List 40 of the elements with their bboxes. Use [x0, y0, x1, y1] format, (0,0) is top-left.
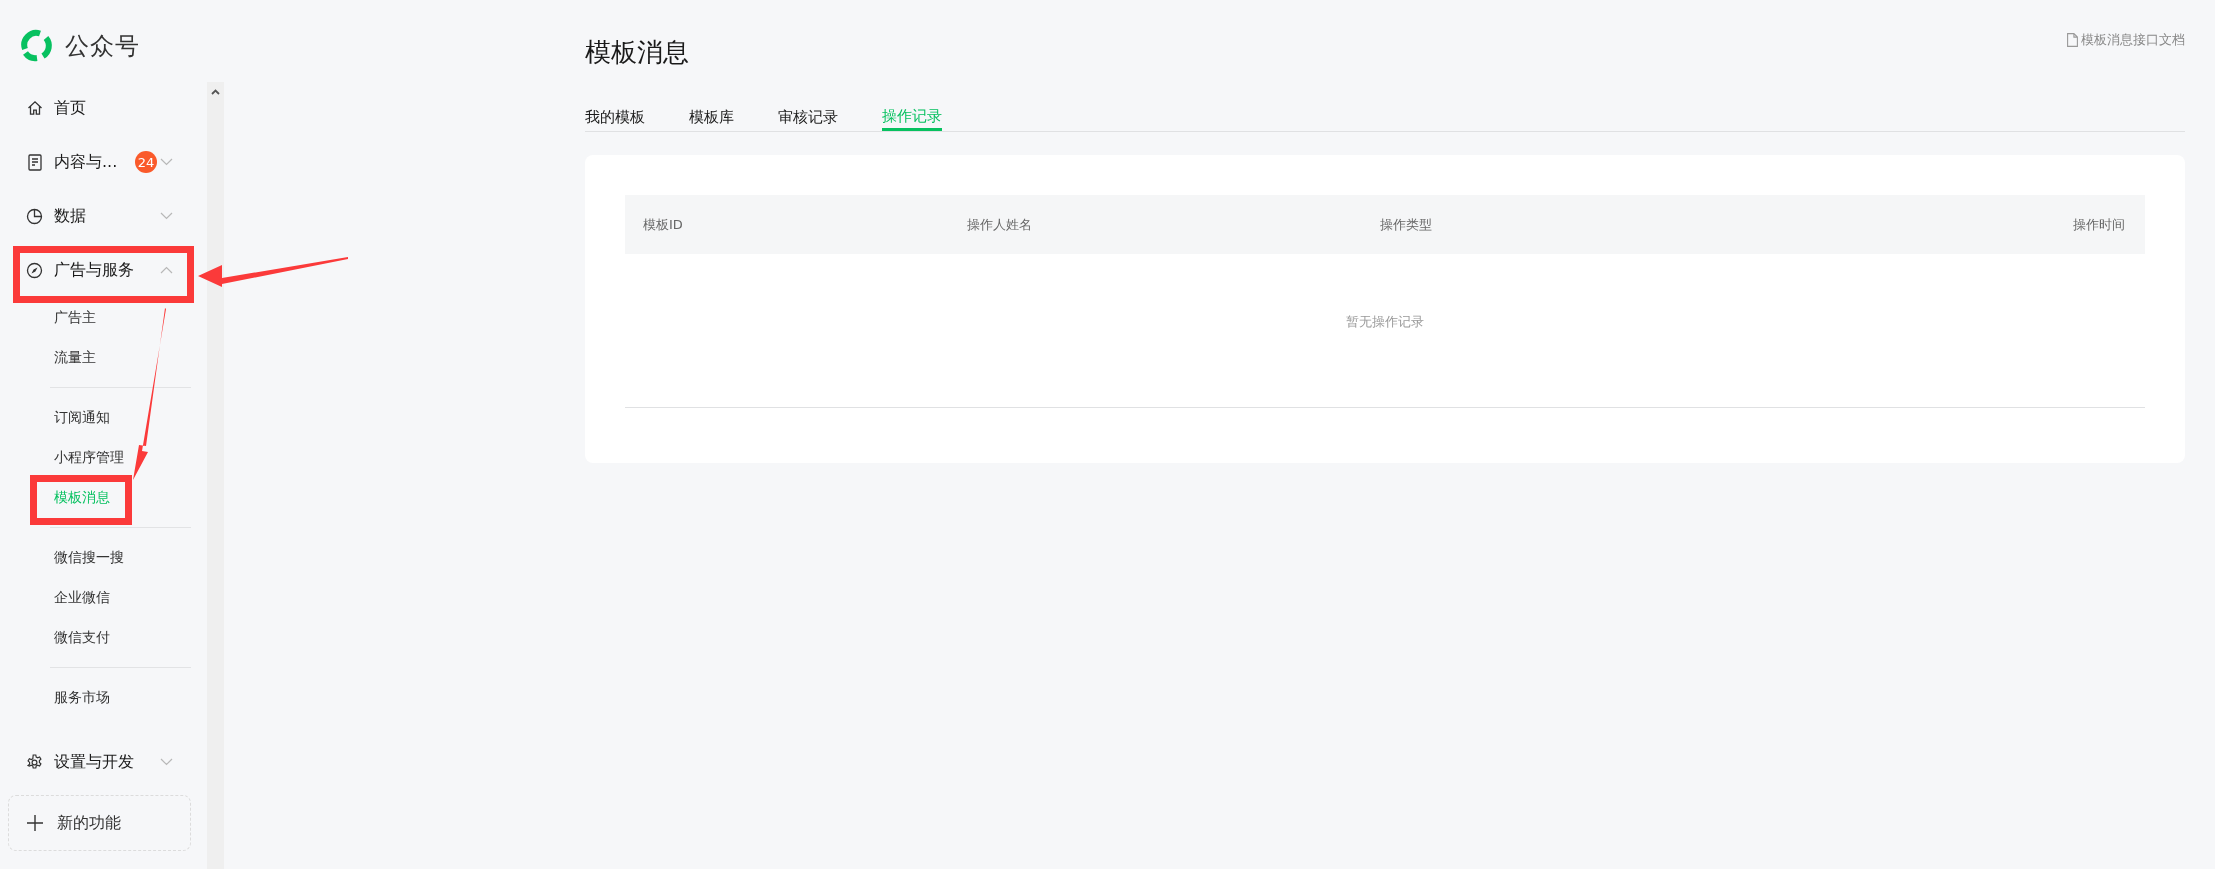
- chevron-icon[interactable]: [160, 158, 173, 166]
- new-feature-button[interactable]: 新的功能: [8, 795, 191, 851]
- column-header: 操作时间: [2073, 215, 2125, 234]
- column-header: 操作人姓名: [967, 215, 1032, 234]
- column-header: 模板ID: [643, 215, 683, 234]
- tab[interactable]: 我的模板: [585, 104, 645, 131]
- submenu-item[interactable]: 订阅通知: [54, 407, 110, 427]
- submenu-item[interactable]: 微信搜一搜: [54, 547, 124, 567]
- scrollbar[interactable]: [207, 82, 224, 869]
- file-icon: [2067, 33, 2078, 47]
- submenu-item[interactable]: 小程序管理: [54, 447, 124, 467]
- doc-link[interactable]: 模板消息接口文档: [2067, 31, 2185, 49]
- pie-chart-icon: [26, 207, 43, 225]
- tab[interactable]: 模板库: [689, 104, 734, 131]
- chevron-icon[interactable]: [160, 758, 173, 766]
- submenu-item[interactable]: 服务市场: [54, 687, 110, 707]
- nav-item[interactable]: 首页: [26, 97, 173, 119]
- column-header: 操作类型: [1380, 215, 1432, 234]
- home-icon: [26, 100, 43, 116]
- count-badge: 24: [135, 151, 157, 173]
- plus-icon: [27, 815, 43, 831]
- document-icon: [27, 153, 42, 171]
- caret-up-icon[interactable]: [211, 89, 220, 95]
- submenu-item[interactable]: 广告主: [54, 307, 96, 327]
- brand-name: 公众号: [65, 30, 140, 62]
- page-title: 模板消息: [585, 37, 689, 67]
- logo-icon: [20, 29, 53, 62]
- settings-icon: [26, 753, 43, 771]
- submenu-item[interactable]: 企业微信: [54, 587, 110, 607]
- submenu-item[interactable]: 微信支付: [54, 627, 110, 647]
- empty-message: 暂无操作记录: [1346, 313, 1424, 329]
- chevron-icon[interactable]: [160, 266, 173, 274]
- submenu-item[interactable]: 流量主: [54, 347, 96, 367]
- nav-item[interactable]: 内容与... 24: [26, 151, 173, 173]
- tab[interactable]: 审核记录: [778, 104, 838, 131]
- nav-item[interactable]: 设置与开发: [26, 751, 173, 773]
- chevron-icon[interactable]: [160, 212, 173, 220]
- nav-item[interactable]: 数据: [26, 205, 173, 227]
- nav-item[interactable]: 广告与服务: [26, 259, 173, 281]
- compass-icon: [26, 261, 43, 279]
